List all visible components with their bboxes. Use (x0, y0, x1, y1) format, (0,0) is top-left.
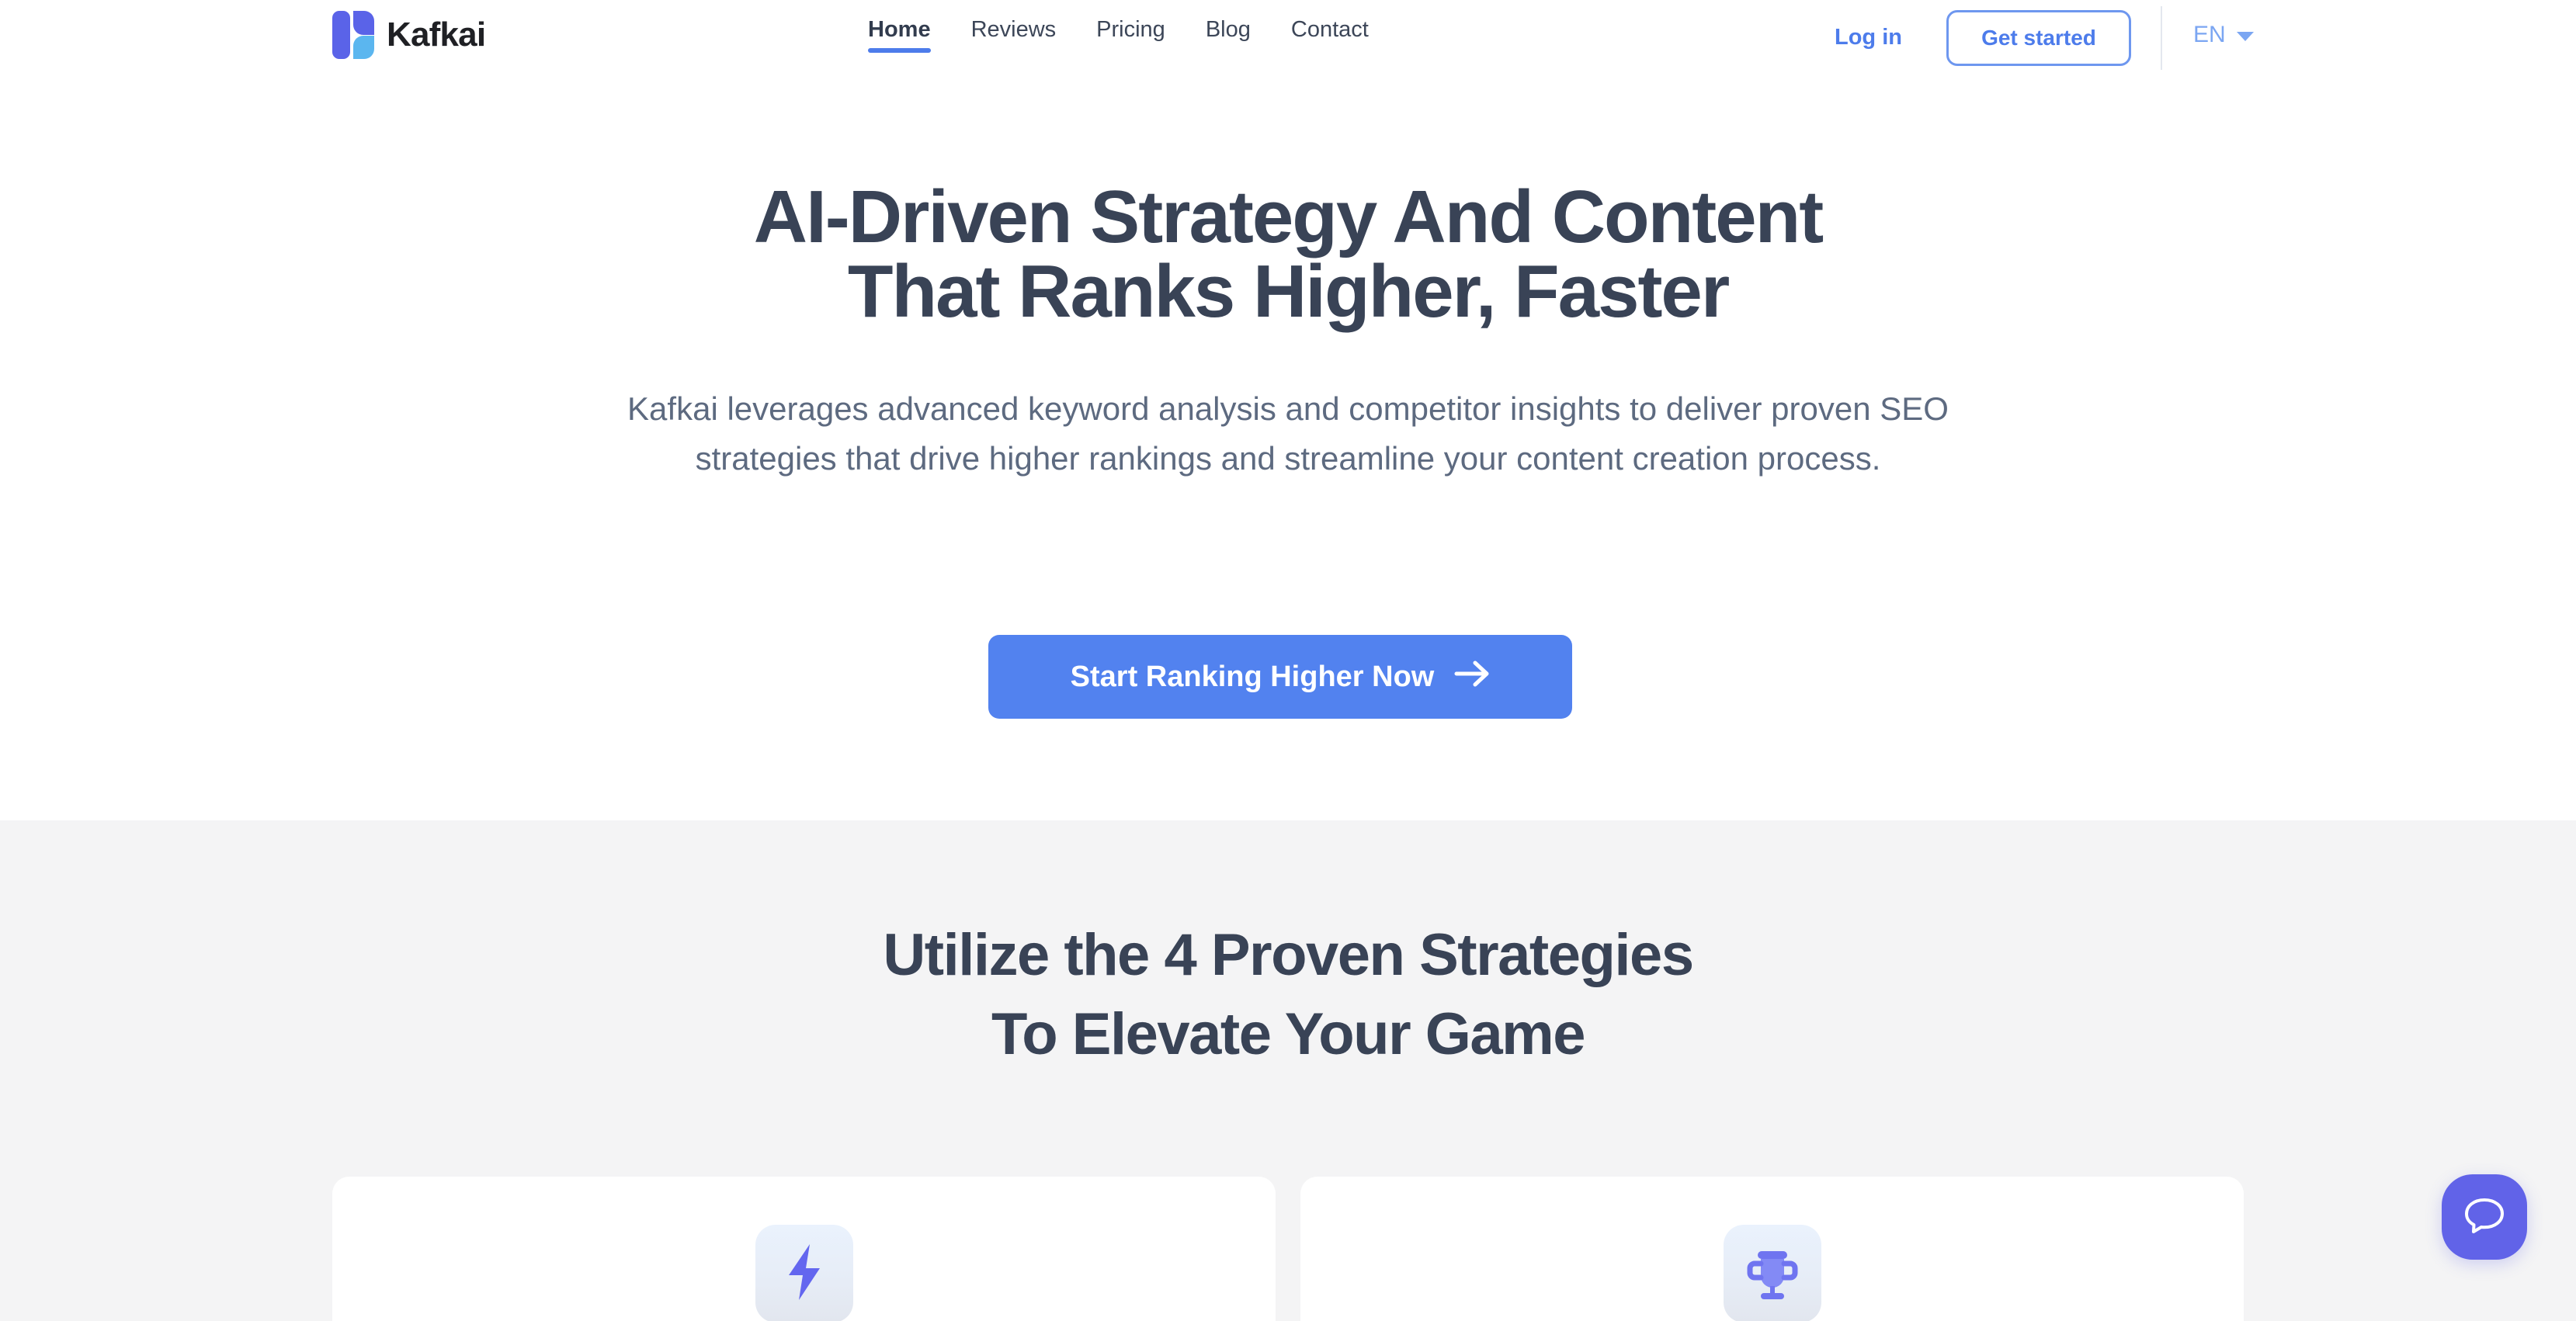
strategies-section-title: Utilize the 4 Proven Strategies To Eleva… (0, 916, 2576, 1074)
brand-name: Kafkai (387, 16, 486, 54)
nav-item-pricing[interactable]: Pricing (1096, 16, 1165, 56)
language-code: EN (2193, 22, 2226, 47)
strategies-title-line-2: To Elevate Your Game (991, 1001, 1586, 1067)
nav-item-blog[interactable]: Blog (1206, 16, 1251, 56)
brand-logo-link[interactable]: Kafkai (332, 11, 486, 59)
nav-item-reviews[interactable]: Reviews (971, 16, 1057, 56)
arrow-right-icon (1454, 660, 1490, 695)
chat-widget-button[interactable] (2442, 1174, 2527, 1260)
chat-bubble-icon (2463, 1195, 2506, 1240)
nav-item-contact[interactable]: Contact (1291, 16, 1369, 56)
get-started-button[interactable]: Get started (1946, 10, 2131, 66)
hero-subtitle: Kafkai leverages advanced keyword analys… (627, 390, 1949, 477)
top-navigation-bar: Kafkai Home Reviews Pricing Blog Contact… (0, 0, 2576, 76)
language-selector[interactable]: EN (2193, 23, 2254, 47)
hero-title-line-2: That Ranks Higher, Faster (847, 250, 1730, 333)
nav-item-home[interactable]: Home (868, 16, 931, 56)
page-root: Kafkai Home Reviews Pricing Blog Contact… (0, 0, 2576, 1321)
lightning-bolt-icon (784, 1243, 825, 1305)
hero-title-line-1: AI-Driven Strategy And Content (753, 175, 1824, 258)
card-icon-container (755, 1225, 853, 1321)
login-link[interactable]: Log in (1835, 25, 1902, 50)
strategy-cards-row (332, 1177, 2244, 1321)
strategy-card-lightning[interactable] (332, 1177, 1276, 1321)
strategies-title-line-1: Utilize the 4 Proven Strategies (883, 922, 1694, 988)
chevron-down-icon (2236, 32, 2254, 41)
nav-divider (2161, 6, 2162, 70)
start-ranking-higher-button[interactable]: Start Ranking Higher Now (988, 635, 1572, 719)
cta-label: Start Ranking Higher Now (1070, 660, 1435, 693)
kafkai-logo-mark-icon (332, 11, 374, 59)
trophy-icon (1744, 1243, 1801, 1305)
nav-links: Home Reviews Pricing Blog Contact (868, 16, 1369, 56)
strategy-card-trophy[interactable] (1300, 1177, 2244, 1321)
hero-title: AI-Driven Strategy And Content That Rank… (0, 180, 2576, 329)
card-icon-container (1723, 1225, 1821, 1321)
hero-section: Kafkai Home Reviews Pricing Blog Contact… (0, 0, 2576, 820)
